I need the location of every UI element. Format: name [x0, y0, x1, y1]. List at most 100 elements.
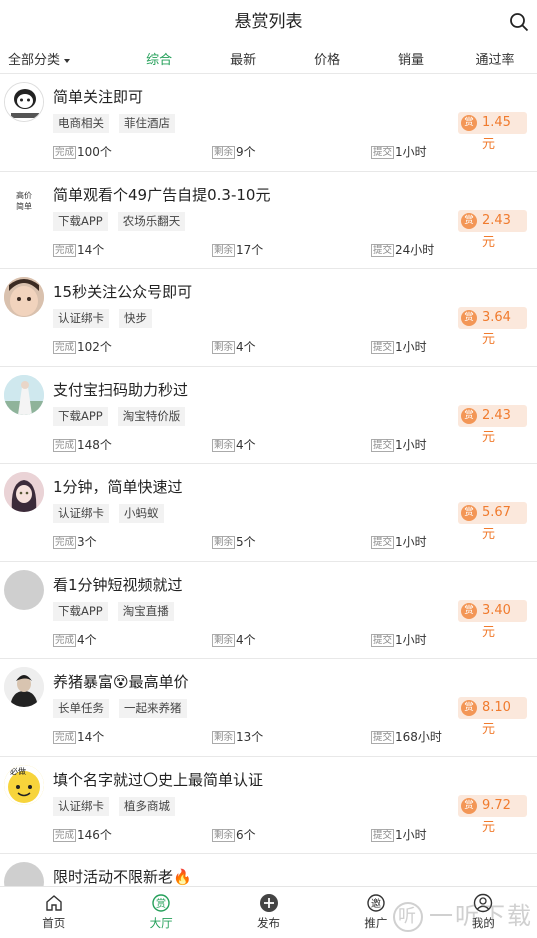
invite-icon: 邀 [367, 894, 385, 912]
home-icon [46, 895, 62, 911]
reward-price: 赏 9.72 元 [458, 794, 527, 835]
submit-time: 提交 1小时 [371, 632, 427, 647]
task-tag: 认证绑卡 [53, 309, 109, 328]
done-count: 完成 146个 [53, 827, 112, 842]
task-tag: 菲住酒店 [119, 114, 175, 133]
svg-text:邀: 邀 [371, 897, 381, 910]
caret-down-icon [64, 58, 71, 63]
reward-price: 赏 2.43 元 [458, 209, 527, 250]
submit-time: 提交 24小时 [371, 242, 435, 257]
task-title: 15秒关注公众号即可 [53, 283, 193, 301]
filter-sales[interactable]: 销量 [369, 49, 453, 68]
reward-price: 赏 1.45 元 [458, 112, 527, 152]
task-tag: 淘宝直播 [117, 601, 174, 621]
avatar: 必做 [4, 764, 44, 805]
task-tag: 一起来养猪 [119, 699, 187, 718]
task-tag: 植多商城 [119, 796, 175, 816]
avatar [4, 472, 44, 512]
done-count: 完成 14个 [53, 730, 105, 744]
task-tag: 小蚂蚁 [119, 504, 164, 523]
user-icon [474, 893, 493, 913]
list-item[interactable]: 必做 填个名字就过〇史上最简单认证 认证绑卡 植多商城 完成 146个 剩余 6个 提… [0, 757, 537, 854]
filter-price[interactable]: 价格 [285, 49, 369, 68]
task-title: 养猪暴富😵最高单价 [53, 673, 189, 691]
list-item[interactable]: 养猪暴富😵最高单价 长单任务 一起来养猪 完成 14个 剩余 13个 提交 168小时 … [0, 659, 537, 757]
list-item[interactable]: 15秒关注公众号即可 认证绑卡 快步 完成 102个 剩余 4个 提交 1小时 赏 3.6… [0, 269, 537, 367]
list-item[interactable]: 看1分钟短视频就过 下载APP 淘宝直播 完成 4个 剩余 4个 提交 1小时 赏 3.4… [0, 562, 537, 659]
submit-time: 提交 1小时 [371, 340, 427, 354]
reward-badge-icon: 赏 [461, 115, 477, 131]
svg-text:赏: 赏 [156, 898, 166, 910]
reward-price: 赏 3.40 元 [458, 599, 527, 640]
filter-bar: 全部分类 综合 最新 价格 销量 通过率 [0, 44, 537, 74]
bottom-tab-bar: 首页 赏 大厅 发布 邀 推广 我的 [0, 886, 537, 938]
reward-badge-icon: 赏 [461, 602, 477, 619]
task-title: 简单观看个49广告自提0.3-10元 [53, 185, 271, 204]
done-count: 完成 100个 [53, 145, 112, 159]
task-tag: 认证绑卡 [53, 504, 109, 523]
task-tag: 农场乐翻天 [117, 211, 186, 231]
reward-badge-icon: 赏 [461, 310, 477, 326]
reward-badge-icon: 赏 [461, 505, 477, 521]
tab-promote[interactable]: 邀 推广 [322, 887, 429, 938]
task-tag: 认证绑卡 [53, 796, 109, 816]
reward-hall-icon: 赏 [152, 894, 170, 912]
submit-time: 提交 1小时 [371, 437, 427, 452]
reward-price: 赏 5.67 元 [458, 502, 527, 542]
reward-badge-icon: 赏 [461, 797, 477, 814]
filter-all-categories[interactable]: 全部分类 [0, 49, 117, 68]
task-tag: 下载APP [53, 601, 108, 621]
reward-badge-icon: 赏 [461, 212, 477, 229]
list-item[interactable]: 简单关注即可 电商相关 菲住酒店 完成 100个 剩余 9个 提交 1小时 赏 1.45 … [0, 74, 537, 172]
done-count: 完成 4个 [53, 632, 97, 647]
task-tag: 电商相关 [53, 114, 109, 133]
tab-hall[interactable]: 赏 大厅 [107, 887, 214, 938]
filter-newest[interactable]: 最新 [201, 49, 285, 68]
tab-home[interactable]: 首页 [0, 887, 107, 938]
task-title: 简单关注即可 [53, 88, 144, 106]
reward-price: 赏 3.64 元 [458, 307, 527, 347]
submit-time: 提交 1小时 [371, 827, 427, 842]
task-title: 限时活动不限新老🔥 [53, 868, 192, 886]
done-count: 完成 148个 [53, 437, 112, 452]
done-count: 完成 102个 [53, 340, 112, 354]
avatar: 高价 简单 [4, 179, 44, 220]
task-title: 支付宝扫码助力秒过 [53, 380, 189, 399]
list-item[interactable]: 高价 简单 简单观看个49广告自提0.3-10元 下载APP 农场乐翻天 完成 14… [0, 172, 537, 269]
plus-icon [259, 894, 278, 912]
remain-count: 剩余 6个 [212, 827, 256, 842]
header: 悬赏列表 [0, 0, 537, 44]
reward-badge-icon: 赏 [461, 407, 477, 424]
task-tag: 下载APP [53, 211, 108, 231]
done-count: 完成 14个 [53, 242, 105, 257]
task-tag: 快步 [119, 309, 152, 328]
avatar [4, 277, 44, 317]
done-count: 完成 3个 [53, 535, 97, 549]
remain-count: 剩余 4个 [212, 340, 256, 354]
remain-count: 剩余 5个 [212, 535, 256, 549]
remain-count: 剩余 13个 [212, 730, 264, 744]
reward-price: 赏 8.10 元 [458, 697, 527, 737]
remain-count: 剩余 17个 [212, 242, 264, 257]
list-item[interactable]: 支付宝扫码助力秒过 下载APP 淘宝特价版 完成 148个 剩余 4个 提交 1小时 赏… [0, 367, 537, 464]
tab-publish[interactable]: 发布 [215, 887, 322, 938]
filter-comprehensive[interactable]: 综合 [117, 49, 201, 68]
task-title: 1分钟，简单快速过 [53, 478, 183, 496]
task-tag: 淘宝特价版 [117, 406, 186, 426]
tab-mine[interactable]: 我的 [430, 887, 537, 938]
list-item[interactable]: 1分钟，简单快速过 认证绑卡 小蚂蚁 完成 3个 剩余 5个 提交 1小时 赏 5.67 … [0, 464, 537, 562]
task-tag: 长单任务 [53, 699, 109, 718]
avatar [4, 569, 44, 610]
remain-count: 剩余 9个 [212, 145, 256, 159]
submit-time: 提交 168小时 [371, 730, 442, 744]
avatar [4, 374, 44, 415]
task-tag: 下载APP [53, 406, 108, 426]
page-title: 悬赏列表 [234, 12, 303, 32]
avatar [4, 82, 44, 122]
search-icon[interactable] [509, 12, 529, 32]
reward-price: 赏 2.43 元 [458, 404, 527, 445]
reward-badge-icon: 赏 [461, 700, 477, 716]
remain-count: 剩余 4个 [212, 632, 256, 647]
filter-pass-rate[interactable]: 通过率 [453, 49, 537, 68]
remain-count: 剩余 4个 [212, 437, 256, 452]
